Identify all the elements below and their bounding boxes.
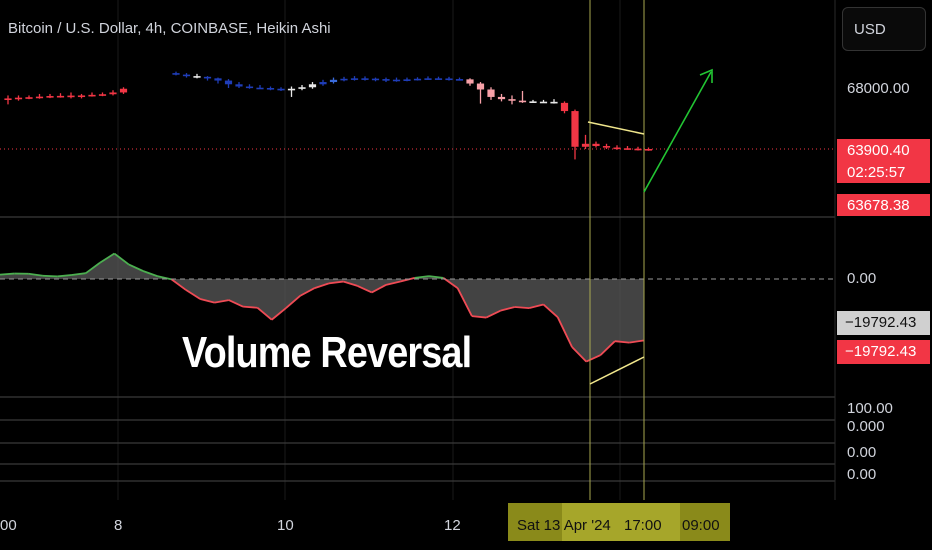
- candle-body: [214, 78, 222, 81]
- candle-body: [88, 94, 96, 97]
- scale-label-3: 0.00: [847, 444, 877, 461]
- candle-body: [392, 79, 401, 82]
- last-price-badge: 63900.40: [837, 139, 930, 161]
- candle-body: [529, 101, 537, 103]
- x-tick-4: 12: [444, 517, 461, 534]
- candle-body: [445, 78, 453, 81]
- candle-body: [550, 101, 558, 104]
- osc-zero-label: 0.00: [847, 270, 877, 287]
- candle-body: [539, 101, 548, 104]
- candle-body: [434, 78, 443, 80]
- candle-body: [319, 82, 327, 85]
- candle-body: [497, 96, 506, 100]
- candle-body: [476, 83, 485, 90]
- candle-body: [140, 76, 149, 81]
- candle-body: [203, 76, 212, 79]
- x-next-time: 09:00: [682, 517, 720, 534]
- candle-body: [382, 79, 390, 81]
- candle-body: [560, 102, 569, 112]
- price-trend-line: [587, 121, 645, 135]
- candle-body: [361, 78, 369, 80]
- x-cursor-date: Sat 13 Apr '24: [517, 517, 611, 534]
- candle-body: [277, 88, 285, 91]
- candle-body: [308, 84, 317, 88]
- candle-body: [329, 79, 338, 83]
- candle-body: [256, 87, 264, 90]
- countdown-badge: 02:25:57: [837, 161, 930, 183]
- oscillator-segment: [243, 305, 258, 309]
- candle-body: [224, 80, 233, 85]
- currency-button[interactable]: USD: [842, 7, 926, 51]
- candle-body: [98, 94, 107, 96]
- candle-body: [193, 76, 201, 78]
- candle-body: [592, 143, 600, 147]
- annotation-text: Volume Reversal: [182, 328, 472, 377]
- candle-body: [245, 86, 254, 89]
- grid-lines: [117, 0, 621, 500]
- candle-body: [67, 95, 75, 98]
- candle-body: [340, 78, 348, 81]
- scale-label-2: 0.000: [847, 418, 885, 435]
- candle-body: [350, 78, 359, 80]
- candle-body: [371, 78, 380, 81]
- price-level-label: 68000.00: [847, 80, 910, 97]
- candle-body: [424, 78, 432, 80]
- candle-body: [109, 92, 117, 95]
- candle-body: [266, 88, 275, 90]
- candle-body: [161, 73, 170, 75]
- scale-label-4: 0.00: [847, 466, 877, 483]
- candle-body: [403, 79, 411, 81]
- candle-body: [466, 79, 474, 84]
- oscillator-segment: [0, 272, 15, 276]
- candle-body: [35, 96, 44, 99]
- candle-body: [4, 98, 12, 101]
- candle-body: [287, 88, 296, 91]
- candle-body: [46, 96, 54, 98]
- candle-body: [151, 74, 159, 77]
- candle-body: [119, 88, 128, 93]
- candle-body: [25, 97, 33, 99]
- candle-body: [571, 111, 579, 147]
- candle-body: [56, 95, 65, 98]
- x-tick-2: 8: [114, 517, 123, 534]
- x-tick-1: 00: [0, 517, 17, 534]
- x-cursor-time: 17:00: [624, 517, 662, 534]
- candle-body: [172, 73, 180, 75]
- candlestick-series: [4, 71, 653, 160]
- drawing-tools: [0, 0, 835, 500]
- scale-label-1: 100.00: [847, 400, 893, 417]
- candle-body: [14, 97, 23, 100]
- oscillator-trend-line: [589, 356, 645, 385]
- candle-body: [298, 87, 306, 89]
- osc-value-grey-badge: −19792.43: [837, 311, 930, 335]
- candle-body: [508, 99, 516, 101]
- candle-body: [602, 146, 611, 148]
- oscillator-segment: [42, 274, 58, 278]
- arrow-line: [643, 71, 712, 193]
- x-tick-3: 10: [277, 517, 294, 534]
- candle-body: [518, 100, 527, 103]
- candle-body: [487, 89, 495, 97]
- candle-body: [413, 78, 422, 81]
- oscillator-segment: [514, 306, 530, 309]
- candle-body: [130, 80, 138, 89]
- candle-body: [77, 95, 86, 98]
- symbol-title: Bitcoin / U.S. Dollar, 4h, COINBASE, Hei…: [8, 20, 331, 37]
- candle-body: [581, 143, 590, 147]
- candle-body: [182, 74, 191, 77]
- low-price-badge: 63678.38: [837, 194, 930, 216]
- chart-canvas[interactable]: [0, 0, 932, 550]
- osc-value-red-badge: −19792.43: [837, 340, 930, 364]
- candle-body: [235, 84, 243, 87]
- candle-body: [455, 79, 464, 81]
